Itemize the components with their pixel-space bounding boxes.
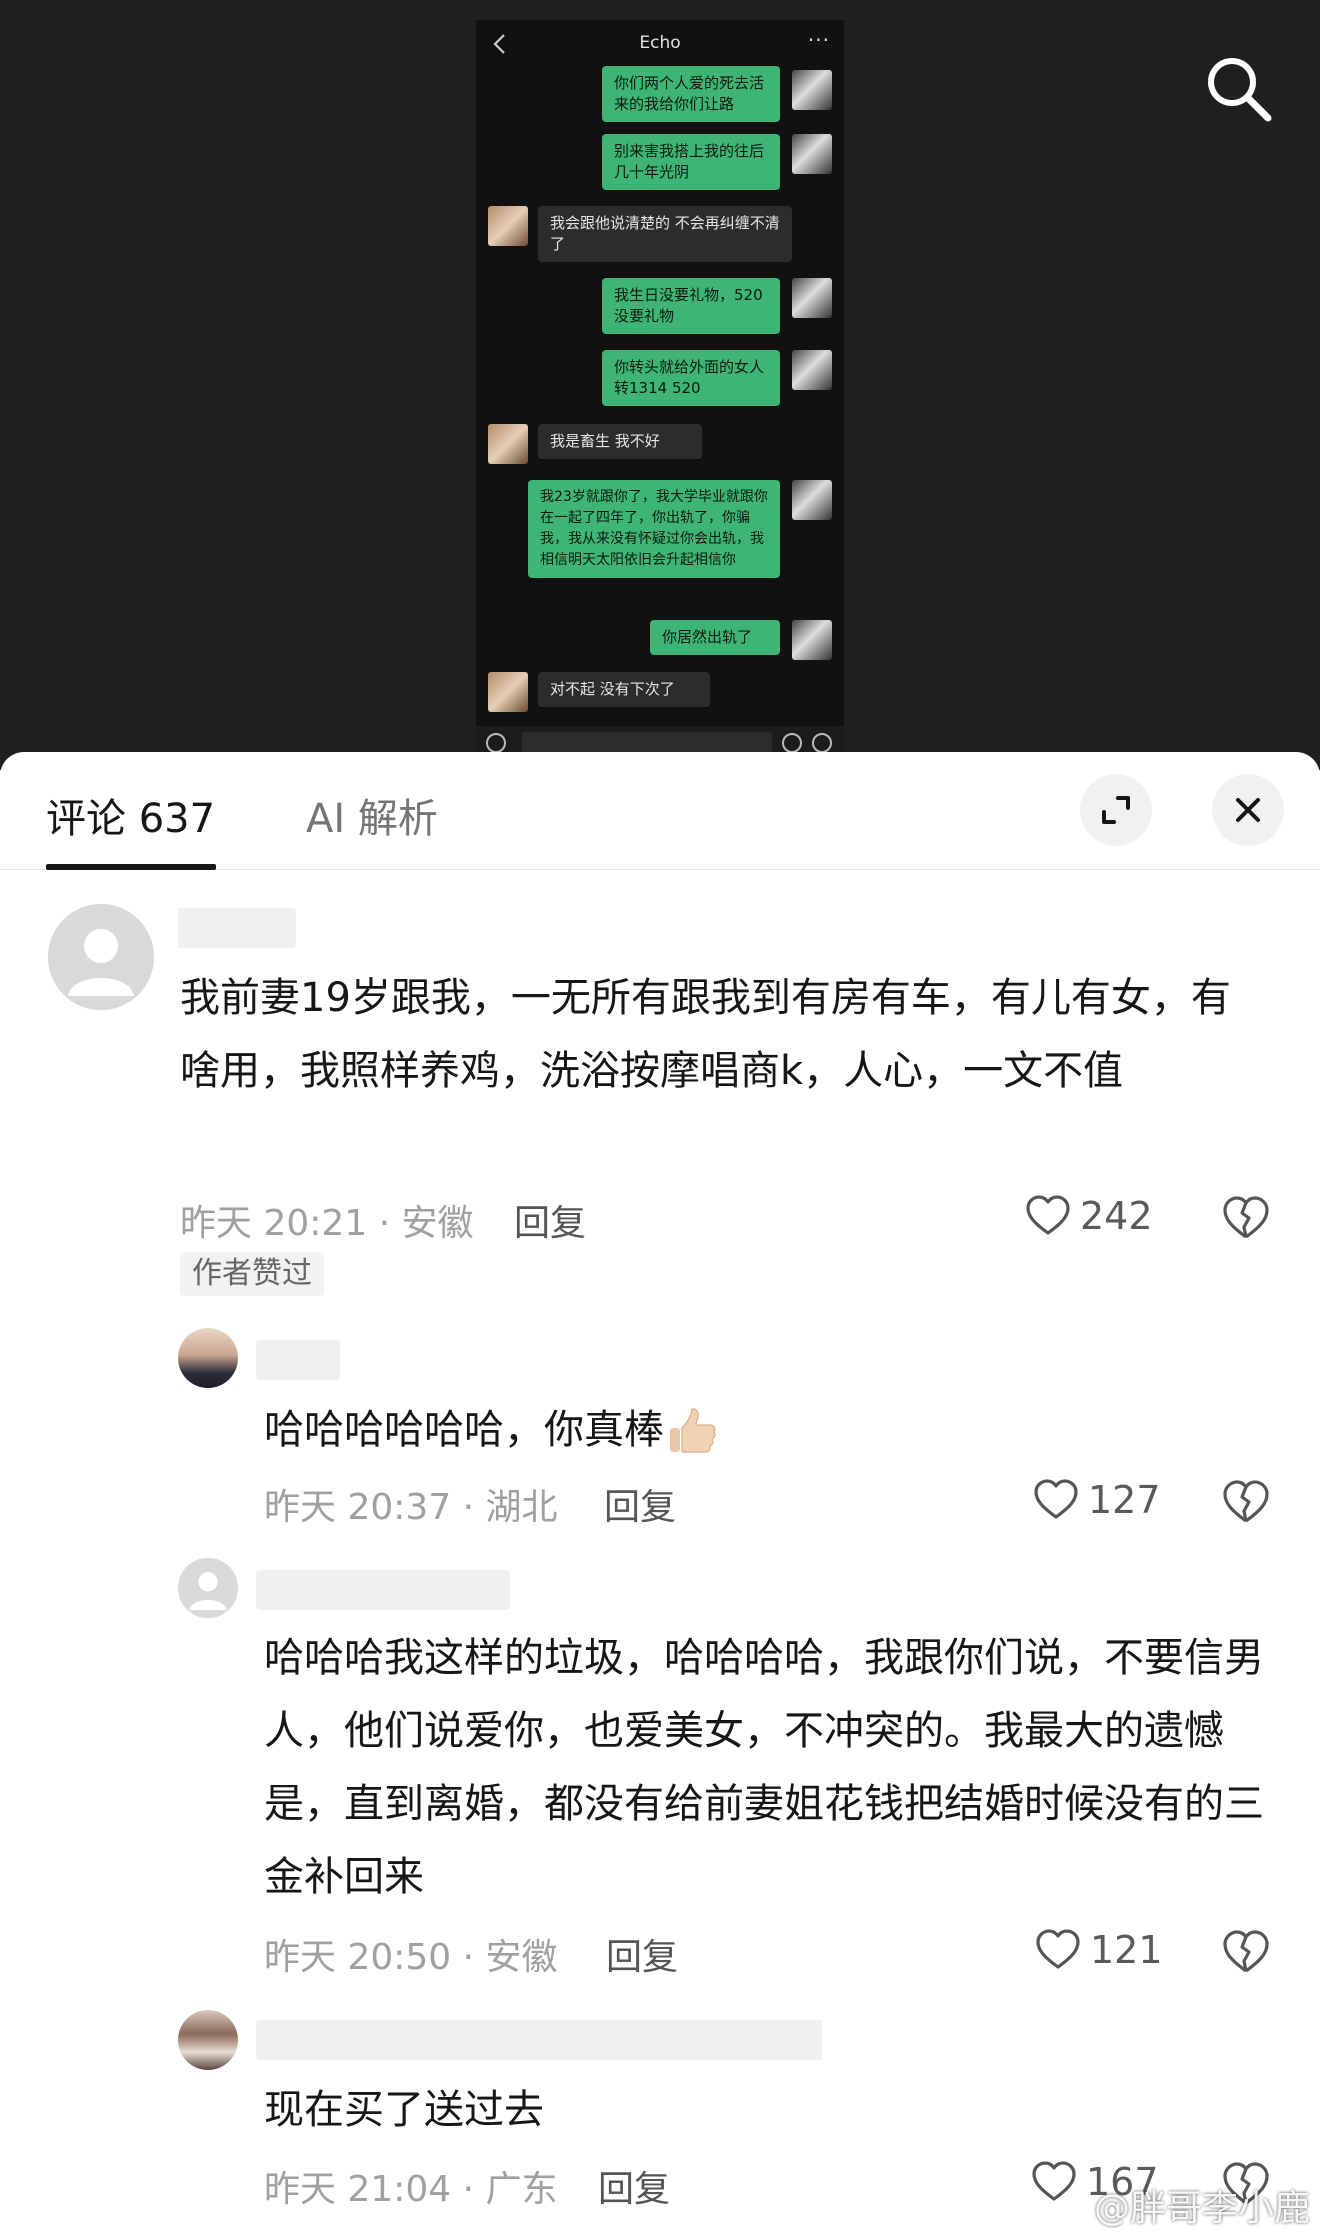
close-button[interactable] — [1212, 774, 1284, 846]
comment-text: 现在买了送过去 — [264, 2087, 544, 2133]
chat-bubble: 我23岁就跟你了，我大学毕业就跟你在一起了四年了，你出轨了，你骗我，我从来没有怀… — [528, 480, 780, 578]
thumbs-up-icon — [670, 1408, 716, 1453]
tab-ai-analysis[interactable]: AI 解析 — [306, 786, 438, 844]
chat-screenshot-image: Echo ··· 你们两个人爱的死去活来的我给你们让路 别来害我搭上我的往后几十… — [476, 20, 844, 756]
comment-meta: 昨天 20:50 · 安徽 — [264, 1937, 558, 1978]
avatar[interactable] — [178, 2010, 238, 2070]
like-count: 127 — [1088, 1478, 1161, 1522]
chat-message: 我23岁就跟你了，我大学毕业就跟你在一起了四年了，你出轨了，你骗我，我从来没有怀… — [476, 480, 844, 608]
chat-message: 我是畜生 我不好 — [476, 424, 844, 468]
avatar[interactable] — [48, 904, 154, 1010]
chat-header: Echo ··· — [476, 20, 844, 68]
chat-avatar — [792, 70, 832, 110]
like-button[interactable]: 121 — [1034, 1926, 1194, 1982]
chat-message: 对不起 没有下次了 — [476, 672, 844, 712]
like-button[interactable]: 242 — [1024, 1192, 1184, 1248]
reply-button[interactable]: 回复 — [604, 1478, 676, 1530]
chat-avatar — [792, 134, 832, 174]
plus-icon — [812, 733, 832, 753]
comment-tabs: 评论 637 AI 解析 — [0, 752, 1320, 870]
chat-avatar — [792, 350, 832, 390]
username-blurred[interactable] — [256, 2020, 822, 2060]
chat-bubble: 你们两个人爱的死去活来的我给你们让路 — [602, 66, 780, 122]
chat-avatar — [488, 206, 528, 246]
chat-avatar — [488, 424, 528, 464]
comment-text: 我前妻19岁跟我，一无所有跟我到有房有车，有儿有女，有啥用，我照样养鸡，洗浴按摩… — [180, 975, 1231, 1094]
broken-heart-icon — [1223, 1930, 1269, 1973]
tab-comments[interactable]: 评论 637 — [46, 786, 215, 844]
default-avatar-icon — [178, 1558, 238, 1618]
chat-avatar — [792, 620, 832, 660]
active-tab-indicator — [46, 864, 216, 870]
search-icon — [1208, 58, 1272, 122]
chat-bubble: 你转头就给外面的女人转1314 520 — [602, 350, 780, 406]
heart-icon — [1034, 1479, 1078, 1519]
username-blurred[interactable] — [178, 908, 296, 948]
heart-icon — [1036, 1929, 1080, 1969]
comment-text: 哈哈哈哈哈哈，你真棒 — [264, 1394, 1264, 1466]
chat-bubble: 你居然出轨了 — [650, 620, 780, 655]
default-avatar-icon — [48, 904, 154, 1010]
username-blurred[interactable] — [256, 1570, 510, 1610]
comment-panel: 评论 637 AI 解析 我前妻19岁跟我，一无所有跟我到有房有车，有儿有女，有… — [0, 752, 1320, 2233]
dislike-button[interactable] — [1220, 1926, 1272, 1978]
avatar[interactable] — [178, 1558, 238, 1618]
reply-button[interactable]: 回复 — [598, 2160, 670, 2212]
chat-avatar — [792, 278, 832, 318]
chat-bubble: 我会跟他说清楚的 不会再纠缠不清了 — [538, 206, 792, 262]
video-area: Echo ··· 你们两个人爱的死去活来的我给你们让路 别来害我搭上我的往后几十… — [0, 0, 1320, 770]
expand-button[interactable] — [1080, 774, 1152, 846]
chat-avatar — [792, 480, 832, 520]
comment-text-content: 哈哈哈哈哈哈，你真棒 — [264, 1407, 664, 1453]
comment-meta: 昨天 21:04 · 广东 — [264, 2169, 558, 2210]
reply-button[interactable]: 回复 — [514, 1194, 586, 1246]
chat-bubble: 我是畜生 我不好 — [538, 424, 702, 459]
more-icon: ··· — [807, 28, 830, 52]
close-icon — [1236, 798, 1260, 822]
heart-icon — [1026, 1195, 1070, 1235]
chat-avatar — [488, 672, 528, 712]
search-button[interactable] — [1198, 48, 1278, 128]
dislike-button[interactable] — [1220, 1192, 1272, 1244]
comment-meta: 昨天 20:37 · 湖北 — [264, 1487, 558, 1528]
chat-message: 你们两个人爱的死去活来的我给你们让路 — [476, 66, 844, 122]
expand-icon — [1102, 796, 1130, 824]
chat-message: 我生日没要礼物，520没要礼物 — [476, 278, 844, 342]
chat-message: 别来害我搭上我的往后几十年光阴 — [476, 134, 844, 198]
like-button[interactable]: 127 — [1032, 1476, 1192, 1532]
chat-input-field — [522, 732, 772, 754]
chat-bubble: 对不起 没有下次了 — [538, 672, 710, 707]
chat-message: 我会跟他说清楚的 不会再纠缠不清了 — [476, 206, 844, 270]
like-count: 121 — [1090, 1928, 1163, 1972]
broken-heart-icon — [1223, 1480, 1269, 1523]
chat-title: Echo — [639, 33, 681, 53]
chat-bubble: 我生日没要礼物，520没要礼物 — [602, 278, 780, 334]
watermark: @胖哥李小鹿 — [1093, 2188, 1310, 2229]
dislike-button[interactable] — [1220, 1476, 1272, 1528]
comment-meta: 昨天 20:21 · 安徽 — [180, 1203, 474, 1244]
comment-text: 哈哈哈我这样的垃圾，哈哈哈哈，我跟你们说，不要信男人，他们说爱你，也爱美女，不冲… — [264, 1635, 1264, 1900]
author-liked-badge: 作者赞过 — [180, 1252, 324, 1296]
username-blurred[interactable] — [256, 1340, 340, 1380]
reply-button[interactable]: 回复 — [606, 1928, 678, 1980]
chat-message: 你转头就给外面的女人转1314 520 — [476, 350, 844, 414]
voice-icon — [486, 733, 506, 753]
heart-icon — [1032, 2161, 1076, 2201]
avatar[interactable] — [178, 1328, 238, 1388]
chat-bubble: 别来害我搭上我的往后几十年光阴 — [602, 134, 780, 190]
emoji-icon — [782, 733, 802, 753]
broken-heart-icon — [1223, 1196, 1269, 1239]
chat-message: 你居然出轨了 — [476, 620, 844, 660]
like-count: 242 — [1080, 1194, 1153, 1238]
